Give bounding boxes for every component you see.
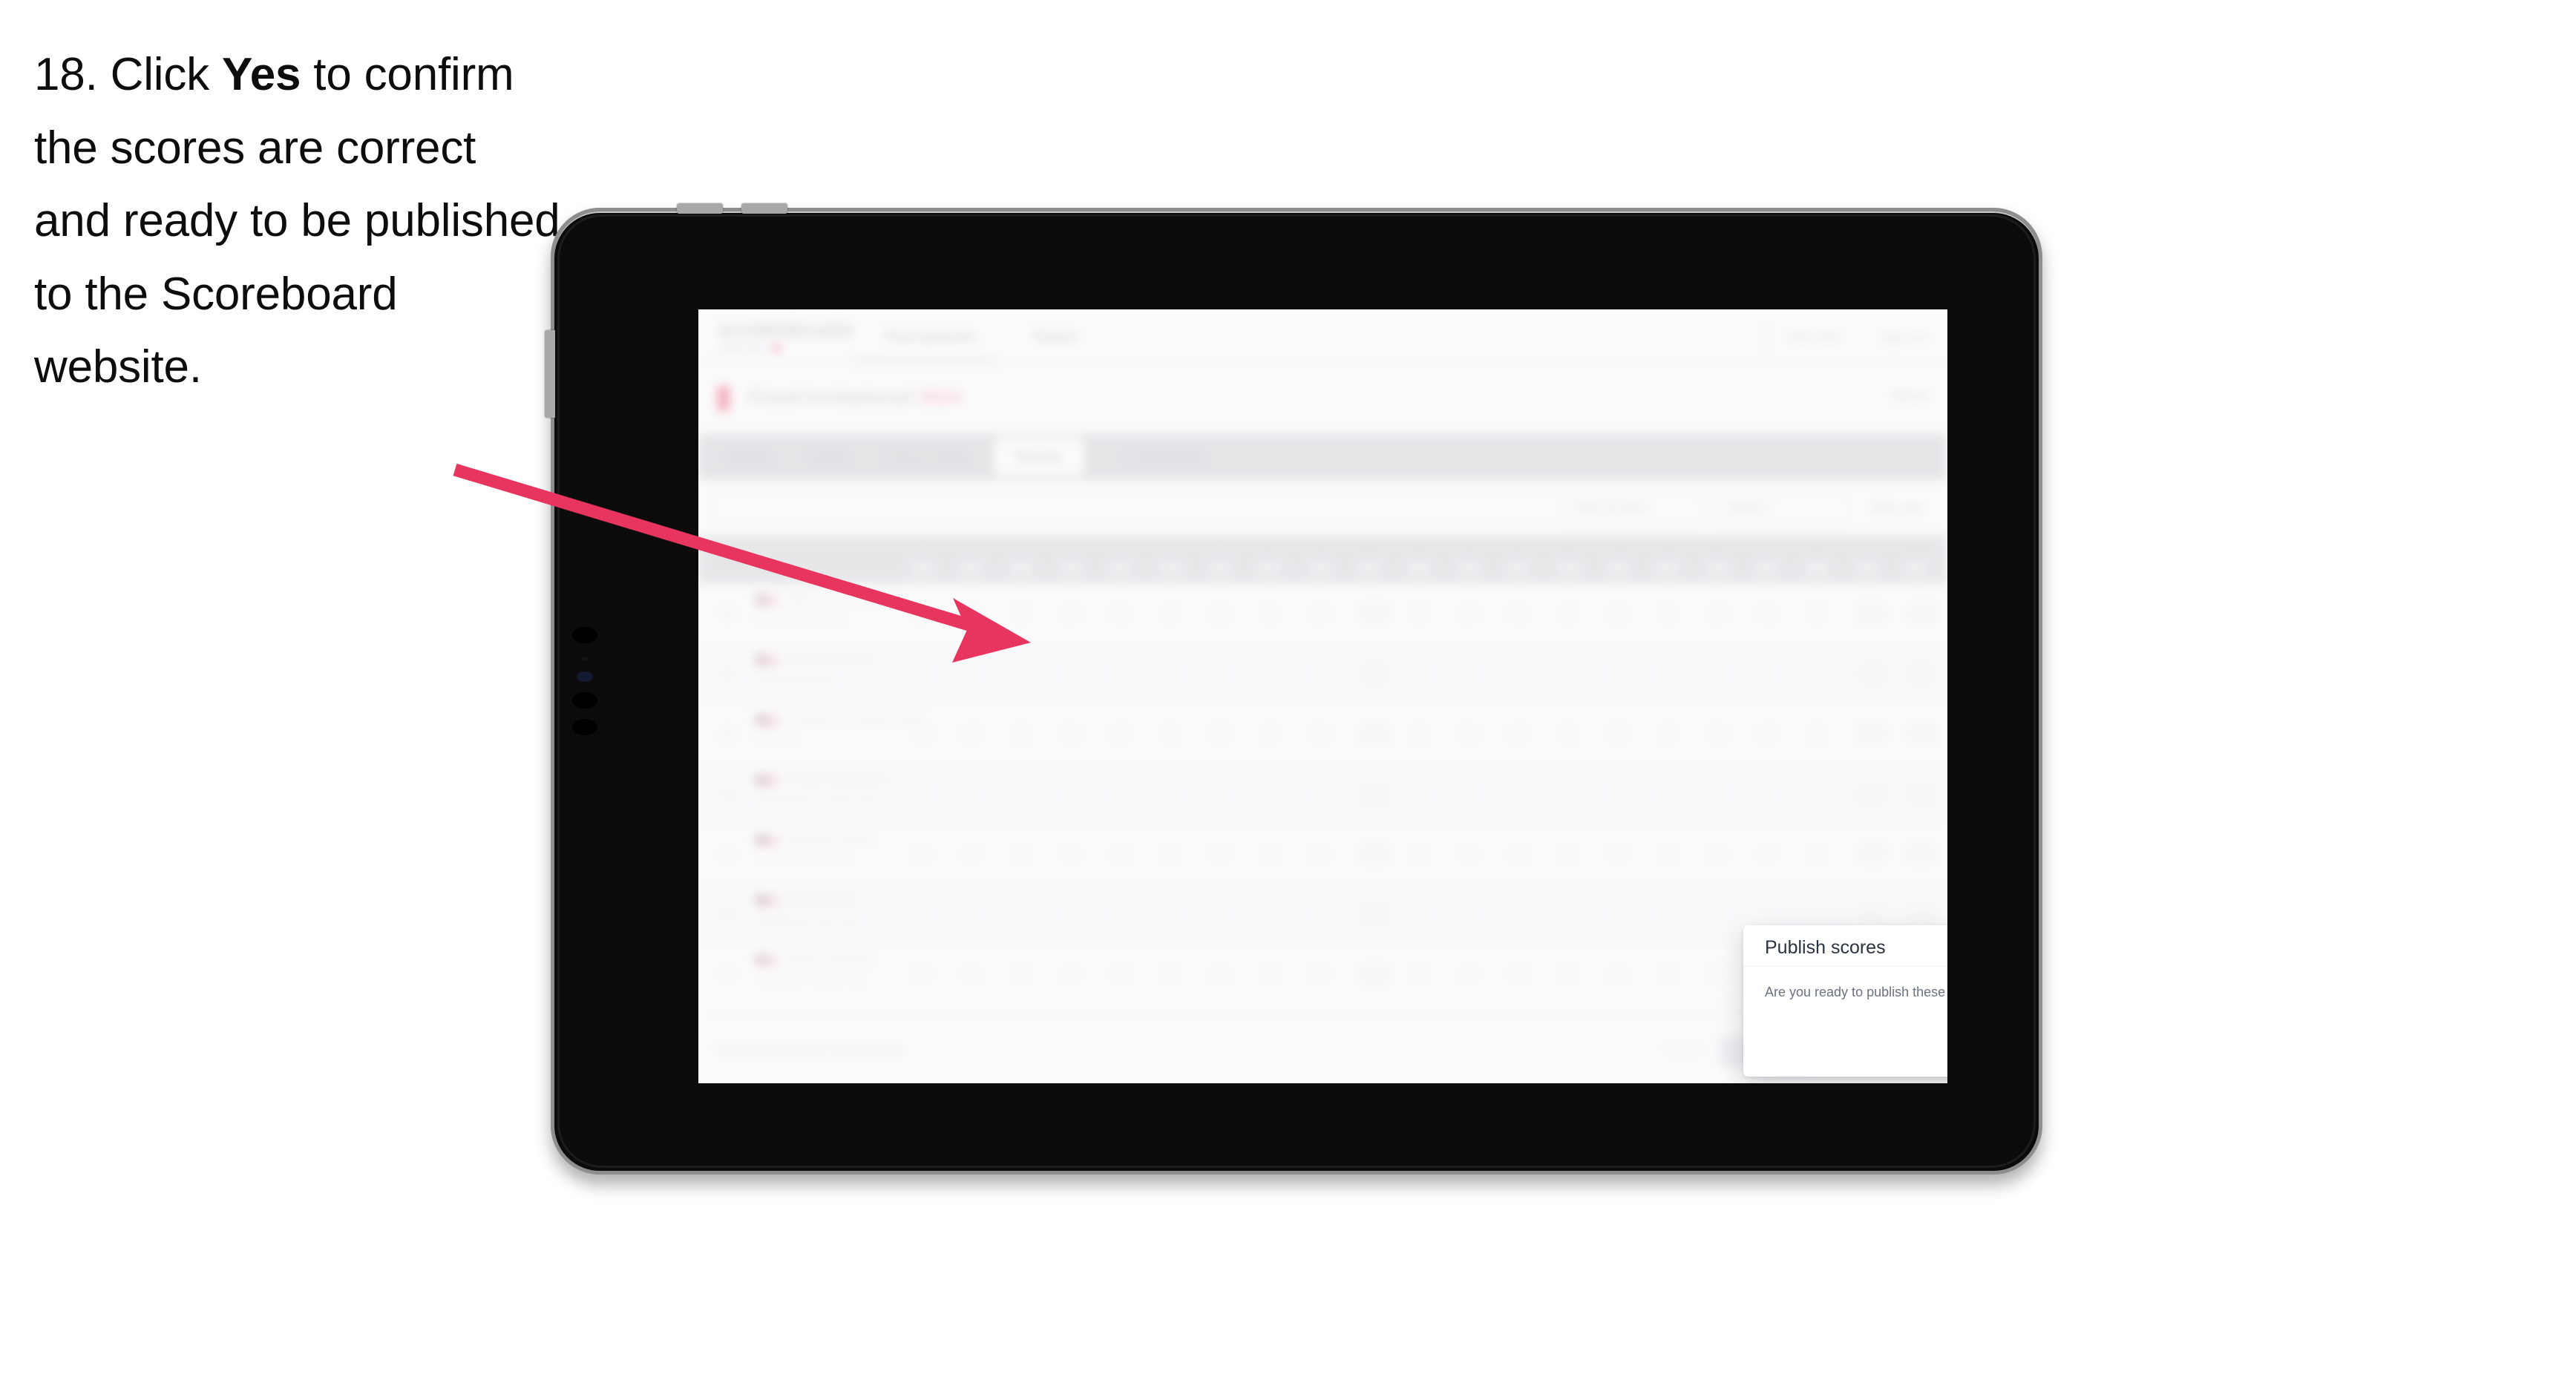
camera-icon [577,671,593,682]
power-button[interactable] [677,203,723,214]
dialog-header: Publish scores × [1743,925,1947,967]
instruction-after: to confirm the scores are correct and re… [34,49,560,393]
speaker-grille-icon-2 [572,692,597,709]
volume-button[interactable] [741,203,787,214]
speaker-grille-icon-3 [572,719,597,735]
publish-scores-dialog: Publish scores × Are you ready to publis… [1743,925,1947,1077]
dialog-title: Publish scores [1765,937,1886,958]
instruction-text: 18. Click Yes to confirm the scores are … [34,39,561,404]
side-volume-button[interactable] [545,330,555,418]
instruction-before: Click [97,49,222,100]
instruction-emphasis: Yes [221,49,301,100]
dialog-message: Are you ready to publish these scores to… [1765,985,1947,999]
tablet-screen: SCOREBOARD MANAGER Tournaments Teams Tes… [698,309,1947,1083]
tablet-device: SCOREBOARD MANAGER Tournaments Teams Tes… [545,203,2042,1175]
step-number: 18. [34,49,98,100]
speaker-grille-icon [572,627,597,643]
sensor-icon [581,657,589,661]
